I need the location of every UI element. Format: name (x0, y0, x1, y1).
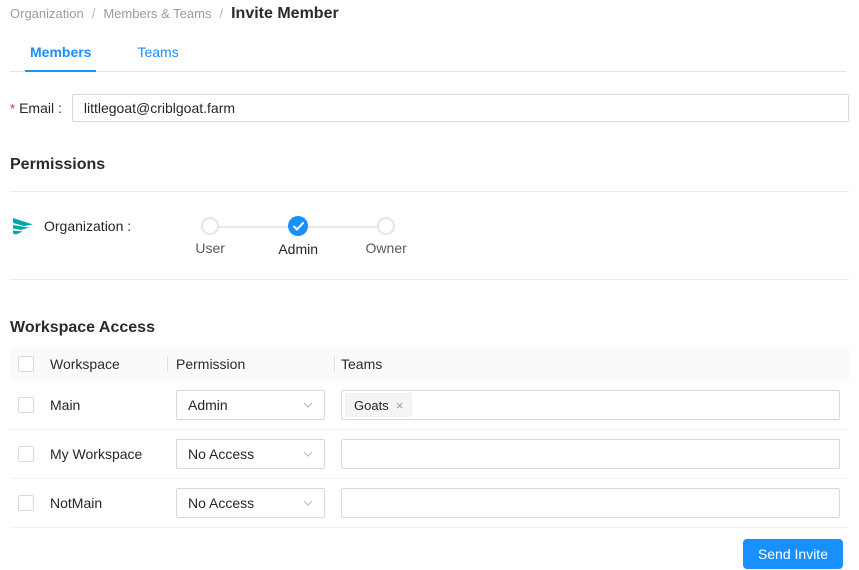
email-label: Email : (19, 100, 62, 116)
header-cell-permission: Permission (167, 356, 334, 372)
chevron-down-icon (303, 500, 313, 506)
tab-teams[interactable]: Teams (132, 37, 183, 71)
invite-member-page: Organization / Members & Teams / Invite … (0, 0, 859, 569)
step-dot-user[interactable] (201, 217, 220, 235)
header-cell-teams: Teams (334, 356, 849, 372)
header-cell-workspace: Workspace (50, 356, 120, 372)
row-checkbox[interactable] (18, 495, 34, 511)
team-tag-label: Goats (354, 397, 389, 413)
table-header-row: Workspace Permission Teams (10, 347, 849, 381)
permission-select[interactable]: No Access (176, 439, 325, 469)
remove-tag-icon[interactable]: × (396, 398, 404, 413)
team-tag: Goats × (345, 393, 413, 417)
required-asterisk: * (10, 100, 16, 116)
teams-input[interactable] (341, 439, 840, 469)
row-checkbox[interactable] (18, 397, 34, 413)
teams-input[interactable] (341, 488, 840, 518)
footer-actions: Send Invite (10, 528, 849, 569)
permission-select[interactable]: No Access (176, 488, 325, 518)
organization-permission-row: Organization : User Admin Owner (10, 192, 849, 279)
breadcrumb-separator: / (91, 6, 96, 21)
header-cell-select (10, 356, 50, 372)
breadcrumb: Organization / Members & Teams / Invite … (10, 0, 849, 24)
permission-select-value: Admin (188, 397, 228, 413)
breadcrumb-organization[interactable]: Organization (10, 6, 84, 21)
cell-teams (334, 488, 849, 518)
check-icon (292, 221, 304, 231)
step-user[interactable]: User (166, 217, 254, 257)
cell-select (10, 495, 50, 511)
select-all-checkbox[interactable] (18, 356, 34, 372)
permission-select-value: No Access (188, 446, 255, 462)
chevron-down-icon (303, 451, 313, 457)
organization-logo-icon (12, 215, 34, 237)
table-row: Main Admin Goats × (10, 381, 849, 430)
step-dot-owner[interactable] (377, 217, 396, 235)
cell-select (10, 397, 50, 413)
step-admin[interactable]: Admin (254, 216, 342, 257)
tab-members[interactable]: Members (25, 37, 97, 72)
workspace-name: My Workspace (50, 446, 143, 462)
teams-input[interactable]: Goats × (341, 390, 840, 420)
workspace-access-table: Workspace Permission Teams Main Admin Go… (10, 347, 849, 528)
cell-select (10, 446, 50, 462)
workspace-access-heading: Workspace Access (10, 319, 155, 336)
cell-permission: No Access (167, 439, 334, 469)
step-label-admin: Admin (278, 241, 319, 257)
tab-bar: Members Teams (10, 37, 846, 72)
org-permission-stepper: User Admin Owner (166, 216, 430, 257)
cell-teams (334, 439, 849, 469)
step-dot-admin[interactable] (288, 216, 309, 236)
email-field[interactable] (71, 94, 849, 122)
row-checkbox[interactable] (18, 446, 34, 462)
page-title: Invite Member (231, 4, 339, 22)
step-label-user: User (195, 240, 225, 256)
organization-label: Organization : (44, 218, 132, 234)
email-form-row: * Email : (10, 94, 849, 122)
permissions-heading: Permissions (10, 156, 106, 173)
cell-permission: No Access (167, 488, 334, 518)
cell-teams: Goats × (334, 390, 849, 420)
step-owner[interactable]: Owner (342, 217, 430, 257)
workspace-name: NotMain (50, 495, 103, 511)
table-row: My Workspace No Access (10, 430, 849, 479)
permission-select-value: No Access (188, 495, 255, 511)
chevron-down-icon (303, 402, 313, 408)
divider (10, 279, 849, 280)
step-label-owner: Owner (365, 240, 407, 256)
workspace-name: Main (50, 397, 81, 413)
breadcrumb-members-teams[interactable]: Members & Teams (103, 6, 211, 21)
table-row: NotMain No Access (10, 479, 849, 528)
permission-select[interactable]: Admin (176, 390, 325, 420)
breadcrumb-separator: / (219, 6, 224, 21)
cell-permission: Admin (167, 390, 334, 420)
send-invite-button[interactable]: Send Invite (742, 539, 843, 569)
